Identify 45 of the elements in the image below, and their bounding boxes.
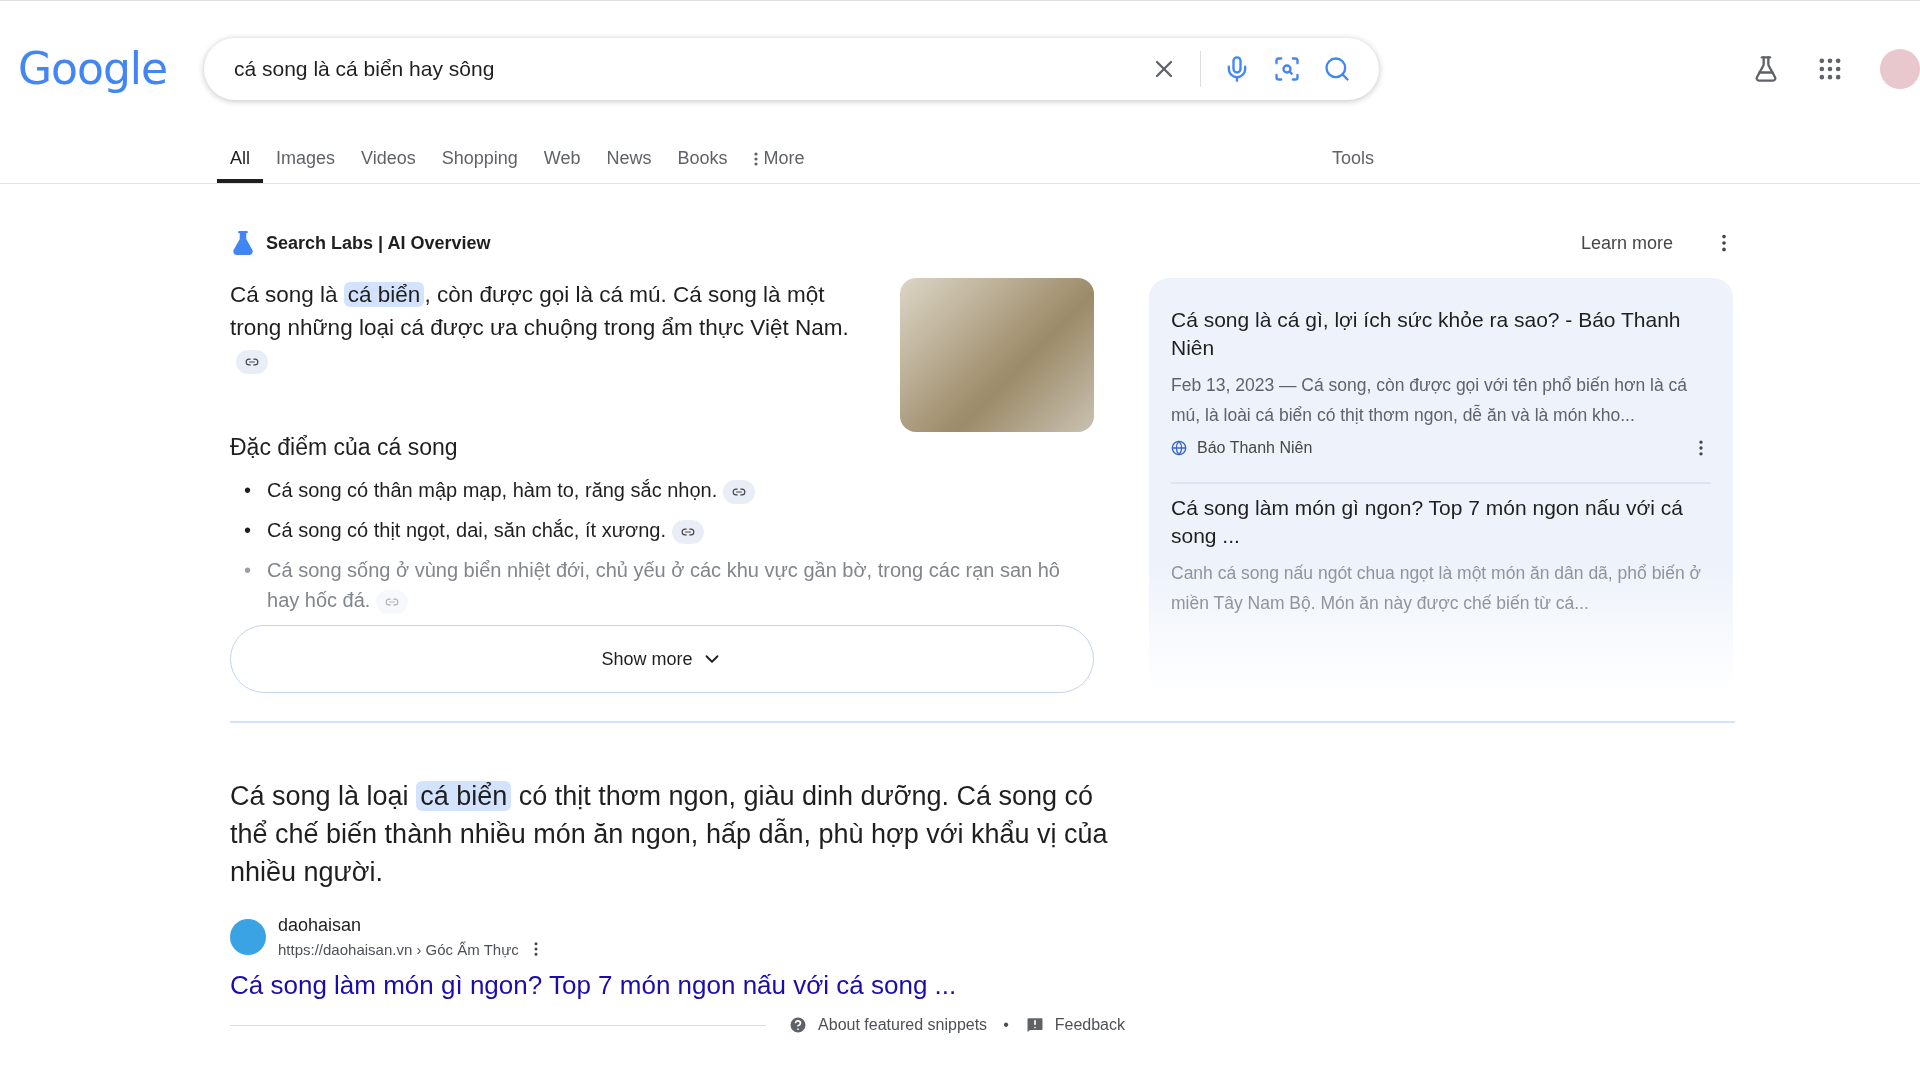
about-snippets-link[interactable]: About featured snippets: [818, 1016, 988, 1034]
source-snippet: Feb 13, 2023 — Cá song, còn được gọi với tên phổ biến hơn là cá mú, là loài cá biển có thịt thơm ngon, dễ ăn và là món kho...: [1171, 374, 1689, 427]
ai-overview-title: Search Labs | AI Overview: [266, 232, 491, 254]
source-snippet: Canh cá song nấu ngót chua ngọt là một món ăn dân dã, phổ biến ở miền Tây Nam Bộ. Món ăn này được chế biến từ cá...: [1171, 562, 1703, 615]
link-icon[interactable]: [671, 519, 704, 544]
source-site: Báo Thanh Niên: [1197, 439, 1313, 457]
result-title-link[interactable]: Cá song làm món gì ngon? Top 7 món ngon nấu với cá song ...: [230, 970, 1735, 1001]
search-tab[interactable]: All: [217, 134, 263, 183]
source-title-link[interactable]: Cá song làm món gì ngon? Top 7 món ngon nấu với cá song ...: [1171, 494, 1711, 550]
site-url: https://daohaisan.vn › Góc Ẩm Thực: [278, 940, 519, 958]
tools-tab[interactable]: Tools: [1331, 134, 1374, 183]
bullet-marker: •: [244, 558, 251, 583]
feedback-icon: [1024, 1015, 1045, 1035]
bullet-text: Cá song sống ở vùng biển nhiệt đới, chủ yếu ở các khu vực gần bờ, trong các rạn san hô hay hốc đá.: [267, 555, 1094, 615]
featured-snippet-text: Cá song là loại cá biển có thịt thơm ngon, giàu dinh dưỡng. Cá song có thể chế biến thành nhiều món ăn ngon, hấp dẫn, phù hợp với khẩu vị của nhiều người.: [230, 780, 1109, 889]
bullet-marker: •: [244, 478, 251, 503]
link-icon[interactable]: [236, 350, 268, 375]
search-tab[interactable]: Web: [530, 134, 594, 183]
show-more-button[interactable]: Show more: [230, 625, 1094, 693]
flask-icon: [230, 230, 256, 256]
search-tab[interactable]: Images: [263, 134, 349, 183]
search-tab[interactable]: Videos: [348, 134, 429, 183]
globe-icon: [1171, 440, 1187, 456]
search-icon[interactable]: [1323, 54, 1351, 83]
site-name: daohaisan: [278, 915, 363, 936]
google-logo[interactable]: Google: [18, 43, 204, 94]
bullet-text: Cá song có thịt ngọt, dai, săn chắc, ít xương.: [267, 515, 704, 545]
bullet-marker: •: [244, 518, 251, 543]
search-tab[interactable]: Shopping: [428, 134, 531, 183]
feedback-link[interactable]: Feedback: [1054, 1016, 1125, 1034]
camera-search-icon[interactable]: [1273, 54, 1301, 83]
link-icon[interactable]: [723, 479, 756, 504]
section-heading: Đặc điểm của cá song: [230, 434, 459, 461]
separator-dot: •: [1003, 1016, 1009, 1034]
source-title-link[interactable]: Cá song là cá gì, lợi ích sức khỏe ra sao? - Báo Thanh Niên: [1171, 306, 1711, 362]
more-icon: [753, 151, 758, 166]
help-icon: [788, 1015, 809, 1035]
search-tab[interactable]: Books: [664, 134, 741, 183]
bullet-text: Cá song có thân mập mạp, hàm to, răng sắc nhọn.: [267, 475, 756, 505]
search-input[interactable]: cá song là cá biển hay sông: [232, 55, 1128, 82]
site-favicon: [230, 918, 266, 955]
overview-paragraph: Cá song là cá biển , còn được gọi là cá mú. Cá song là một trong những loại cá được ưa chuộng trong ẩm thực Việt Nam.: [230, 278, 862, 432]
search-tab[interactable]: News: [593, 134, 665, 183]
search-tab[interactable]: More: [740, 134, 818, 183]
learn-more-link[interactable]: Learn more: [1580, 232, 1673, 254]
